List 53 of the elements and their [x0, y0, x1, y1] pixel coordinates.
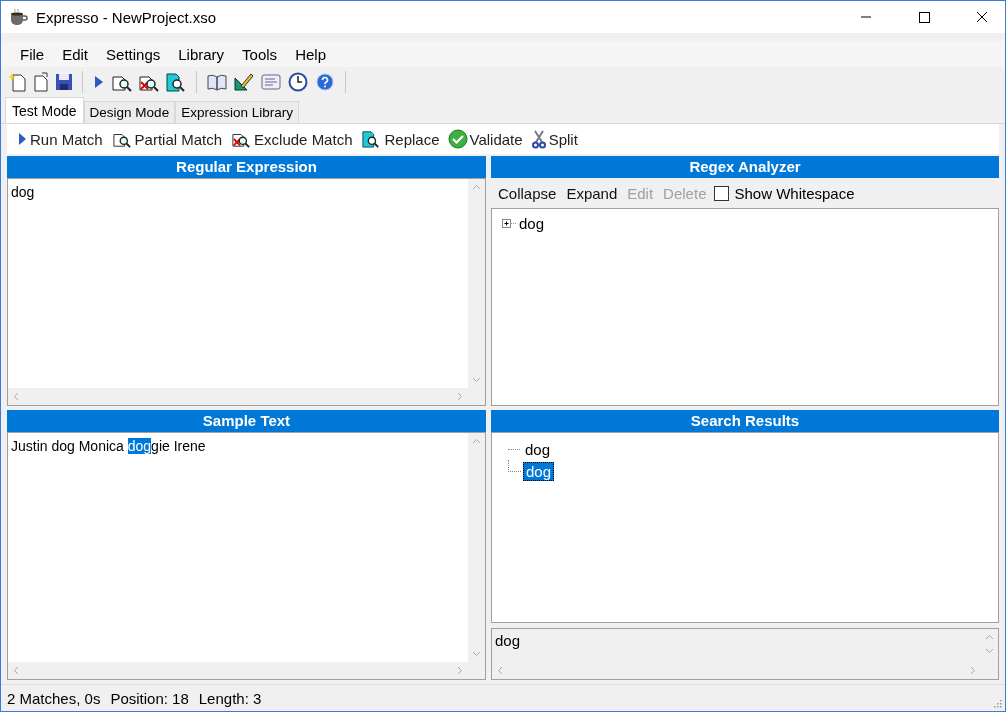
match-text: dog: [494, 631, 522, 651]
tree-item[interactable]: dog: [519, 215, 545, 232]
status-text: 2 Matches, 0s: [7, 689, 101, 707]
menu-item[interactable]: Tools: [233, 45, 287, 63]
toolbar-button[interactable]: Validate: [444, 127, 526, 151]
menu-item[interactable]: File: [11, 45, 54, 63]
window-title: Expresso - NewProject.xso: [36, 8, 217, 26]
menu-item[interactable]: Settings: [97, 45, 170, 63]
resize-grip-icon[interactable]: [992, 698, 1002, 708]
panel-header: Regular Expression: [7, 156, 486, 178]
document-magnifier-icon[interactable]: [165, 72, 187, 92]
expander-icon[interactable]: [502, 219, 517, 228]
new-document-icon[interactable]: [9, 72, 27, 92]
toolbar-button[interactable]: Replace: [357, 128, 443, 150]
checkbox-label[interactable]: Show Whitespace: [734, 184, 855, 202]
tree-item[interactable]: dog: [522, 439, 554, 459]
toolbar-button[interactable]: Run Match: [13, 128, 106, 150]
menu-item[interactable]: Edit: [53, 45, 98, 63]
open-document-icon[interactable]: [32, 72, 50, 92]
toolbar-button[interactable]: Exclude Match: [227, 128, 356, 150]
command-button[interactable]: Expand: [562, 182, 622, 204]
tab[interactable]: Expression Library: [175, 101, 299, 123]
analyzer-tree[interactable]: dog: [491, 208, 999, 406]
command-button[interactable]: Collapse: [494, 182, 561, 204]
set-square-pencil-icon[interactable]: [233, 72, 255, 92]
toolbar-button[interactable]: Split: [527, 127, 581, 151]
panel-header: Sample Text: [7, 410, 486, 432]
book-icon[interactable]: [206, 72, 228, 92]
menu-item[interactable]: Library: [169, 45, 234, 63]
screen-list-icon[interactable]: [260, 72, 282, 92]
checkbox[interactable]: [714, 185, 730, 201]
save-icon[interactable]: [55, 72, 73, 92]
coffee-cup-icon: [9, 8, 29, 26]
regex-editor[interactable]: dog: [7, 178, 486, 406]
play-icon: [16, 130, 28, 148]
status-text: Position: 18: [110, 689, 189, 707]
scissors-icon: [530, 129, 547, 149]
regex-text: dog: [11, 184, 35, 200]
clock-icon[interactable]: [287, 72, 309, 92]
help-icon[interactable]: [314, 72, 336, 92]
toolbar-button[interactable]: Partial Match: [107, 128, 226, 150]
tab[interactable]: Design Mode: [83, 101, 176, 123]
menu-item[interactable]: Help: [286, 45, 335, 63]
tree-item[interactable]: dog: [523, 461, 555, 481]
panel-header: Regex Analyzer: [491, 156, 999, 178]
check-circle-icon: [447, 129, 468, 149]
status-text: Length: 3: [198, 689, 262, 707]
panel-header: Search Results: [491, 410, 999, 432]
vertical-scrollbar[interactable]: [468, 433, 485, 662]
vertical-scrollbar[interactable]: [468, 179, 485, 388]
tab[interactable]: Test Mode: [5, 97, 84, 123]
results-tree[interactable]: dog dog: [491, 432, 999, 623]
match-detail-field[interactable]: dog: [491, 628, 999, 680]
